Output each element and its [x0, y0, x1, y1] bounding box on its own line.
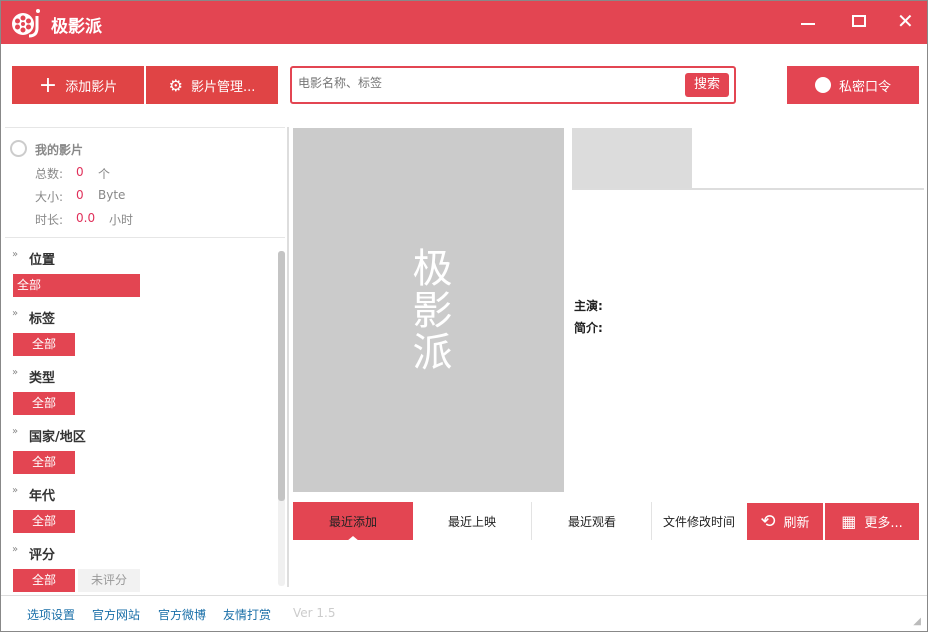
search-button[interactable]: 搜索	[685, 73, 729, 97]
filter-option[interactable]: 全部	[13, 510, 75, 533]
more-button[interactable]: ▦ 更多...	[825, 503, 919, 540]
chevron-down-icon: »	[12, 485, 19, 496]
filter-title: 国家/地区	[29, 430, 86, 445]
minimize-icon	[801, 23, 815, 25]
filter-option[interactable]: 全部	[13, 569, 75, 592]
title-bar: 极影派 ✕	[1, 1, 927, 44]
chevron-down-icon: »	[12, 308, 19, 319]
search-box: 搜索	[290, 66, 736, 104]
divider	[651, 502, 652, 540]
lock-icon	[814, 77, 831, 93]
size-label: 大小:	[35, 190, 64, 204]
active-tab-indicator	[347, 536, 359, 541]
link-donate[interactable]: 友情打赏	[223, 606, 271, 623]
stats-title: 我的影片	[35, 143, 84, 157]
tab-recently-released[interactable]: 最近上映	[413, 502, 531, 540]
app-logo-icon	[12, 9, 40, 38]
private-label: 私密口令	[838, 79, 891, 95]
filter-title: 年代	[29, 489, 56, 504]
count-label: 总数:	[35, 167, 64, 181]
count-value: 0	[76, 165, 84, 179]
close-button[interactable]: ✕	[897, 9, 914, 33]
divider	[5, 127, 285, 128]
link-weibo[interactable]: 官方微博	[158, 606, 206, 623]
divider	[1, 595, 927, 596]
manage-movies-button[interactable]: ⚙ 影片管理...	[146, 66, 278, 104]
refresh-label: 刷新	[783, 516, 810, 531]
divider	[572, 188, 924, 190]
resize-grip-icon[interactable]: ◢	[913, 616, 921, 627]
manage-label: 影片管理...	[190, 79, 256, 95]
chevron-down-icon: »	[12, 544, 19, 555]
refresh-icon: ⟲	[760, 511, 776, 532]
chevron-down-icon: »	[12, 426, 19, 437]
size-unit: Byte	[98, 188, 126, 202]
version-label: Ver 1.5	[293, 606, 336, 620]
filter-title: 类型	[29, 371, 56, 386]
search-input[interactable]	[298, 76, 678, 90]
pie-chart-icon	[10, 140, 27, 157]
plus-icon: +	[38, 72, 58, 98]
cast-label: 主演:	[574, 299, 603, 313]
grid-icon: ▦	[841, 512, 857, 531]
chevron-down-icon: »	[12, 367, 19, 378]
divider	[531, 502, 532, 540]
more-label: 更多...	[864, 516, 903, 531]
divider	[5, 237, 285, 238]
app-window: 极影派 ✕ +添加影片 ⚙影片管理... 搜索 私密口令 我的影片 总数: 0 …	[0, 0, 928, 632]
filter-option[interactable]: 全部	[13, 274, 140, 297]
private-password-button[interactable]: 私密口令	[787, 66, 919, 104]
count-unit: 个	[98, 167, 111, 181]
scrollbar-track[interactable]	[278, 251, 285, 586]
add-movie-label: 添加影片	[65, 79, 118, 95]
maximize-button[interactable]	[852, 15, 866, 27]
filter-title: 位置	[29, 253, 56, 268]
link-official-site[interactable]: 官方网站	[92, 606, 140, 623]
filter-title: 标签	[29, 312, 56, 327]
filter-option[interactable]: 未评分	[78, 569, 140, 592]
gear-icon: ⚙	[168, 75, 183, 95]
app-title: 极影派	[51, 17, 102, 37]
filter-option[interactable]: 全部	[13, 451, 75, 474]
add-movie-button[interactable]: + 添加影片	[12, 66, 144, 104]
tab-recently-added[interactable]: 最近添加	[293, 502, 413, 540]
filter-option[interactable]: 全部	[13, 333, 75, 356]
minimize-button[interactable]	[801, 13, 819, 31]
size-value: 0	[76, 188, 84, 202]
thumbnail-placeholder	[572, 128, 692, 189]
duration-label: 时长:	[35, 213, 64, 227]
filter-title: 评分	[29, 548, 56, 563]
duration-unit: 小时	[109, 213, 134, 227]
divider	[287, 127, 289, 587]
filter-option[interactable]: 全部	[13, 392, 75, 415]
link-options[interactable]: 选项设置	[27, 606, 75, 623]
intro-label: 简介:	[574, 321, 603, 335]
chevron-down-icon: »	[12, 249, 19, 260]
duration-value: 0.0	[76, 211, 96, 225]
scrollbar-thumb[interactable]	[278, 251, 285, 501]
tab-recently-watched[interactable]: 最近观看	[533, 502, 651, 540]
refresh-button[interactable]: ⟲ 刷新	[747, 503, 823, 540]
poster-placeholder: 极影派	[293, 128, 564, 492]
poster-placeholder-text: 极影派	[405, 247, 452, 373]
